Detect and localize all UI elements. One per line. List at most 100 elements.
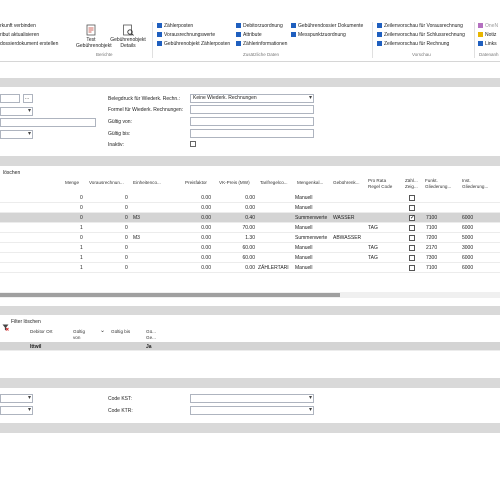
- test-gebuehrenobjekt-label: Test Gebührenobjekt: [76, 37, 112, 49]
- inst-gliederung-cell: 6000: [462, 215, 474, 221]
- mengenkalkulation-cell: Manuell: [295, 195, 313, 201]
- ribbon-item-dossierdokument-erstellen[interactable]: dossierdokument erstellen: [0, 41, 58, 47]
- ribbon-item-links[interactable]: Links: [485, 41, 497, 47]
- menge-cell: 0: [80, 205, 83, 211]
- details-icon: [122, 24, 134, 36]
- pro-rata-cell: TAG: [368, 255, 378, 261]
- ribbon-item-messpunktzuordnung[interactable]: Messpunktzuordnung: [298, 32, 346, 38]
- ribbon-item-notiz[interactable]: Notiz: [485, 32, 496, 38]
- table-row[interactable]: 0 0 M3 0.00 1.30 Summenwerte ABWASSER 7200 5000: [0, 233, 500, 243]
- pro-rata-cell: TAG: [368, 245, 378, 251]
- table-row[interactable]: 0 0 0.00 0.00 Manuell: [0, 193, 500, 203]
- debitor-section-band: [0, 306, 500, 315]
- gueltig-von-label: Gültig von:: [108, 119, 132, 125]
- zaehler-zeigen-checkbox[interactable]: [409, 235, 415, 241]
- table-row[interactable]: 1 0 0.00 60.00 Manuell TAG 2170 3000: [0, 243, 500, 253]
- gueltig-von-input[interactable]: [190, 117, 314, 126]
- zaehler-zeigen-checkbox[interactable]: [409, 195, 415, 201]
- ribbon-item-zeilenvorschau-rechnung[interactable]: Zeilenvorschau für Rechnung: [384, 41, 449, 47]
- code-ktr-select[interactable]: [190, 406, 314, 415]
- table-row[interactable]: 1 0 0.00 60.00 Manuell TAG 7300 6000: [0, 253, 500, 263]
- zaehler-zeigen-checkbox[interactable]: [409, 245, 415, 251]
- bottom-left-dropdown-1[interactable]: [0, 394, 33, 403]
- col-debitor-ort[interactable]: Debitor Ort: [30, 329, 52, 335]
- horizontal-scrollbar-thumb[interactable]: [0, 293, 340, 297]
- ribbon: rkunft verbinden ribut aktualisieren dos…: [0, 0, 500, 62]
- vorschau-group-label: Vorschau: [412, 52, 431, 57]
- inst-gliederung-cell: 6000: [462, 255, 474, 261]
- vorausrechnung-cell: 0: [125, 195, 128, 201]
- ribbon-item-attribute[interactable]: Attribute: [243, 32, 262, 38]
- gebuehrenobjekt-details-button[interactable]: Gebührenobjekt Details: [108, 24, 148, 49]
- ribbon-item-debitorzuordnung[interactable]: Debitorzuordnung: [243, 23, 283, 29]
- left-dropdown-2[interactable]: [0, 130, 33, 139]
- table-row[interactable]: 1 0 0.00 0.00 ZÄHLERTARI Manuell 7100 6000: [0, 263, 500, 273]
- zaehler-zeigen-checkbox[interactable]: [409, 214, 415, 221]
- left-text-field[interactable]: [0, 118, 96, 127]
- col-menge[interactable]: Menge: [65, 180, 79, 186]
- ribbon-item-zeilenvorschau-schlussrechnung[interactable]: Zeilenvorschau für Schlussrechnung: [384, 32, 465, 38]
- ribbon-item-gebuehrenobjekt-zaehlerposten[interactable]: Gebührenobjekt Zählerposten: [164, 41, 230, 47]
- einheitencode-cell: M3: [133, 215, 140, 221]
- horizontal-scrollbar-track[interactable]: [0, 292, 500, 298]
- table-row[interactable]: 0 0 M3 0.00 0.40 Summenwerte WASSER 7100 6000: [0, 213, 500, 223]
- menge-cell: 1: [80, 255, 83, 261]
- list-icon: [157, 32, 162, 37]
- ribbon-separator: [474, 22, 475, 58]
- lookup-button[interactable]: ...: [23, 94, 33, 103]
- code-kst-label: Code KST:: [108, 396, 132, 402]
- col-vk-preis[interactable]: VK-Preis (MW): [219, 180, 250, 186]
- zaehler-zeigen-checkbox[interactable]: [409, 255, 415, 261]
- debitor-row[interactable]: Ittwil Ja: [0, 342, 500, 351]
- col-gueltig-gebuehren[interactable]: Gü... Ge...: [146, 329, 156, 340]
- col-einheitencode[interactable]: Einheitenco...: [133, 180, 161, 186]
- inaktiv-checkbox[interactable]: [190, 141, 196, 147]
- attribute-icon: [236, 32, 241, 37]
- col-funkt-gliederung[interactable]: Funkt. Gliederung...: [425, 178, 457, 189]
- datenanhang-group-label: Datenanh: [479, 52, 499, 57]
- col-vorausrechnung[interactable]: Vorausrechnun...: [89, 180, 124, 186]
- zaehler-zeigen-checkbox[interactable]: [409, 265, 415, 271]
- ribbon-separator: [152, 22, 153, 58]
- col-gebuehrenkategorie[interactable]: Gebührenk...: [333, 180, 360, 186]
- belegdruck-select[interactable]: Keine Wiederk. Rechnungen: [190, 94, 314, 103]
- ribbon-item-zaehlerinformationen[interactable]: Zählerinformationen: [243, 41, 287, 47]
- col-mengenkalkulation[interactable]: Mengenkal...: [297, 180, 323, 186]
- left-dropdown-1[interactable]: [0, 107, 33, 116]
- col-preisfaktor[interactable]: Preisfaktor: [185, 180, 207, 186]
- ribbon-item-herkunft-verbinden[interactable]: rkunft verbinden: [0, 23, 36, 29]
- ribbon-item-onenote[interactable]: OneN: [485, 23, 498, 29]
- col-inst-gliederung[interactable]: Inst. Gliederung...: [462, 178, 494, 189]
- preview-icon: [377, 41, 382, 46]
- col-zaehler-zeigen[interactable]: Zähl... Zeig...: [405, 178, 421, 189]
- gueltig-bis-input[interactable]: [190, 129, 314, 138]
- preview-icon: [377, 32, 382, 37]
- vorausrechnung-cell: 0: [125, 245, 128, 251]
- mengenkalkulation-cell: Manuell: [295, 205, 313, 211]
- ribbon-item-zeilenvorschau-vorausrechnung[interactable]: Zeilenvorschau für Vorausrechnung: [384, 23, 463, 29]
- col-pro-rata[interactable]: Pro Rata Regel Code: [368, 178, 398, 189]
- table-row[interactable]: 0 0 0.00 0.00 Manuell: [0, 203, 500, 213]
- funkt-gliederung-cell: 7100: [426, 265, 438, 271]
- ribbon-item-vorausrechnungswerte[interactable]: Vorausrechnungswerte: [164, 32, 215, 38]
- col-gueltig-bis[interactable]: Gültig bis: [111, 329, 130, 335]
- ribbon-item-zaehlerposten[interactable]: Zählerposten: [164, 23, 193, 29]
- loeschen-button[interactable]: löschen: [3, 170, 20, 176]
- col-gueltig-von[interactable]: Gültig von: [73, 329, 85, 340]
- note-icon: [478, 32, 483, 37]
- bottom-left-dropdown-2[interactable]: [0, 406, 33, 415]
- test-gebuehrenobjekt-button[interactable]: Test Gebührenobjekt: [76, 24, 112, 49]
- preisfaktor-cell: 0.00: [201, 235, 211, 241]
- vorausrechnung-cell: 0: [125, 235, 128, 241]
- footer-band: [0, 423, 500, 433]
- col-tarifregelcode[interactable]: Tarifregelco...: [260, 180, 288, 186]
- code-kst-select[interactable]: [190, 394, 314, 403]
- formel-input[interactable]: [190, 105, 314, 114]
- zaehler-zeigen-checkbox[interactable]: [409, 225, 415, 231]
- vorausrechnung-cell: 0: [125, 205, 128, 211]
- ribbon-item-gebuehrendossier-dokumente[interactable]: Gebührendossier Dokumente: [298, 23, 363, 29]
- zaehler-zeigen-checkbox[interactable]: [409, 205, 415, 211]
- ribbon-item-attribut-aktualisieren[interactable]: ribut aktualisieren: [0, 32, 39, 38]
- table-row[interactable]: 1 0 0.00 70.00 Manuell TAG 7100 6000: [0, 223, 500, 233]
- number-input[interactable]: [0, 94, 20, 103]
